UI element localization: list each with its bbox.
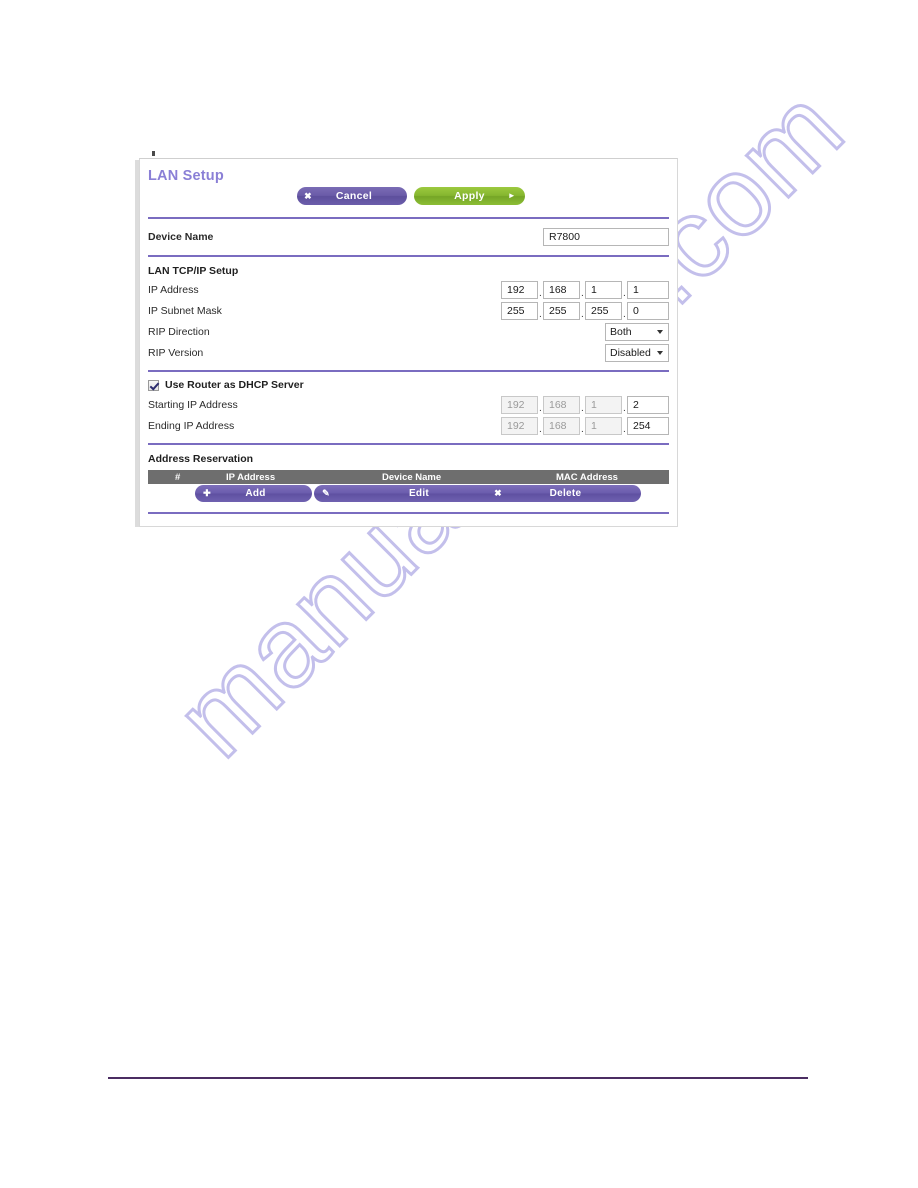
device-name-input[interactable] [543, 228, 669, 246]
rip-direction-label: RIP Direction [148, 326, 210, 338]
dhcp-server-checkbox[interactable] [148, 379, 159, 391]
octet-separator-dot: . [623, 424, 626, 435]
apply-button[interactable]: Apply ► [414, 187, 525, 205]
octet-separator-dot: . [581, 424, 584, 435]
starting-ip-octet-1[interactable] [501, 396, 538, 414]
starting-ip-row: Starting IP Address . . . [148, 395, 669, 416]
ip-address-octets: . . . [501, 281, 669, 300]
chevron-down-icon [657, 330, 663, 334]
close-x-icon: ✖ [494, 488, 502, 498]
add-button[interactable]: ✚ Add [195, 485, 312, 502]
divider-under-toolbar [148, 217, 669, 219]
rip-direction-value: Both [610, 326, 632, 338]
divider-under-tcpip [148, 370, 669, 372]
address-reservation-section-header: Address Reservation [148, 449, 669, 468]
octet-separator-dot: . [581, 288, 584, 299]
column-header-ip-address: IP Address [226, 472, 276, 483]
starting-ip-octet-4[interactable] [627, 396, 669, 414]
device-name-row: Device Name [148, 223, 669, 251]
delete-button[interactable]: ✖ Delete [486, 485, 641, 502]
octet-separator-dot: . [623, 403, 626, 414]
close-x-icon: ✖ [304, 190, 312, 201]
triangle-right-icon: ► [507, 191, 516, 200]
ip-address-label: IP Address [148, 284, 199, 296]
ip-subnet-mask-octet-4[interactable] [627, 302, 669, 320]
octet-separator-dot: . [539, 288, 542, 299]
ending-ip-octet-3[interactable] [585, 417, 622, 435]
ip-subnet-mask-octets: . . . [501, 302, 669, 321]
address-reservation-table-header: # IP Address Device Name MAC Address [148, 470, 669, 484]
divider-under-dhcp [148, 443, 669, 445]
pencil-icon: ✎ [322, 488, 330, 498]
device-name-label: Device Name [148, 231, 214, 243]
rip-version-row: RIP Version Disabled [148, 343, 669, 364]
column-header-mac-address: MAC Address [556, 472, 618, 483]
rip-direction-row: RIP Direction Both [148, 322, 669, 343]
ip-address-octet-2[interactable] [543, 281, 580, 299]
delete-button-label: Delete [549, 487, 582, 499]
ending-ip-octets: . . . [501, 417, 669, 436]
octet-separator-dot: . [539, 424, 542, 435]
ip-subnet-mask-octet-2[interactable] [543, 302, 580, 320]
ending-ip-row: Ending IP Address . . . [148, 416, 669, 437]
page-footer-rule [108, 1077, 808, 1079]
page-tick-mark [152, 151, 155, 156]
dhcp-server-checkbox-label: Use Router as DHCP Server [165, 379, 304, 391]
rip-version-value: Disabled [610, 347, 651, 359]
rip-direction-select[interactable]: Both [605, 323, 669, 341]
ip-address-octet-1[interactable] [501, 281, 538, 299]
add-button-label: Add [245, 487, 266, 499]
divider-bottom [148, 512, 669, 514]
cancel-button[interactable]: ✖ Cancel [297, 187, 407, 205]
ip-subnet-mask-octet-3[interactable] [585, 302, 622, 320]
starting-ip-label: Starting IP Address [148, 399, 238, 411]
octet-separator-dot: . [623, 288, 626, 299]
lan-tcpip-section-label: LAN TCP/IP Setup [148, 265, 239, 277]
plus-icon: ✚ [203, 488, 211, 498]
octet-separator-dot: . [539, 309, 542, 320]
column-header-index: # [175, 472, 181, 483]
octet-separator-dot: . [581, 403, 584, 414]
ending-ip-label: Ending IP Address [148, 420, 235, 432]
ip-subnet-mask-label: IP Subnet Mask [148, 305, 222, 317]
dhcp-server-checkbox-row[interactable]: Use Router as DHCP Server [148, 375, 669, 395]
ip-subnet-mask-octet-1[interactable] [501, 302, 538, 320]
starting-ip-octet-3[interactable] [585, 396, 622, 414]
rip-version-label: RIP Version [148, 347, 204, 359]
panel-toolbar: ✖ Cancel Apply ► [140, 187, 677, 213]
octet-separator-dot: . [581, 309, 584, 320]
ip-subnet-mask-row: IP Subnet Mask . . . [148, 301, 669, 322]
page-title: LAN Setup [148, 168, 224, 184]
rip-version-select[interactable]: Disabled [605, 344, 669, 362]
address-reservation-actions: ✚ Add ✎ Edit ✖ Delete [148, 485, 669, 505]
ending-ip-octet-2[interactable] [543, 417, 580, 435]
chevron-down-icon [657, 351, 663, 355]
address-reservation-section-label: Address Reservation [148, 453, 254, 465]
ending-ip-octet-4[interactable] [627, 417, 669, 435]
starting-ip-octets: . . . [501, 396, 669, 415]
octet-separator-dot: . [623, 309, 626, 320]
lan-setup-panel: LAN Setup ✖ Cancel Apply ► Device Name L… [139, 158, 678, 527]
ip-address-octet-4[interactable] [627, 281, 669, 299]
starting-ip-octet-2[interactable] [543, 396, 580, 414]
column-header-device-name: Device Name [382, 472, 442, 483]
ending-ip-octet-1[interactable] [501, 417, 538, 435]
lan-tcpip-section-header: LAN TCP/IP Setup [148, 261, 669, 280]
cancel-button-label: Cancel [335, 189, 373, 202]
ip-address-octet-3[interactable] [585, 281, 622, 299]
ip-address-row: IP Address . . . [148, 280, 669, 301]
octet-separator-dot: . [539, 403, 542, 414]
divider-under-device-name [148, 255, 669, 257]
